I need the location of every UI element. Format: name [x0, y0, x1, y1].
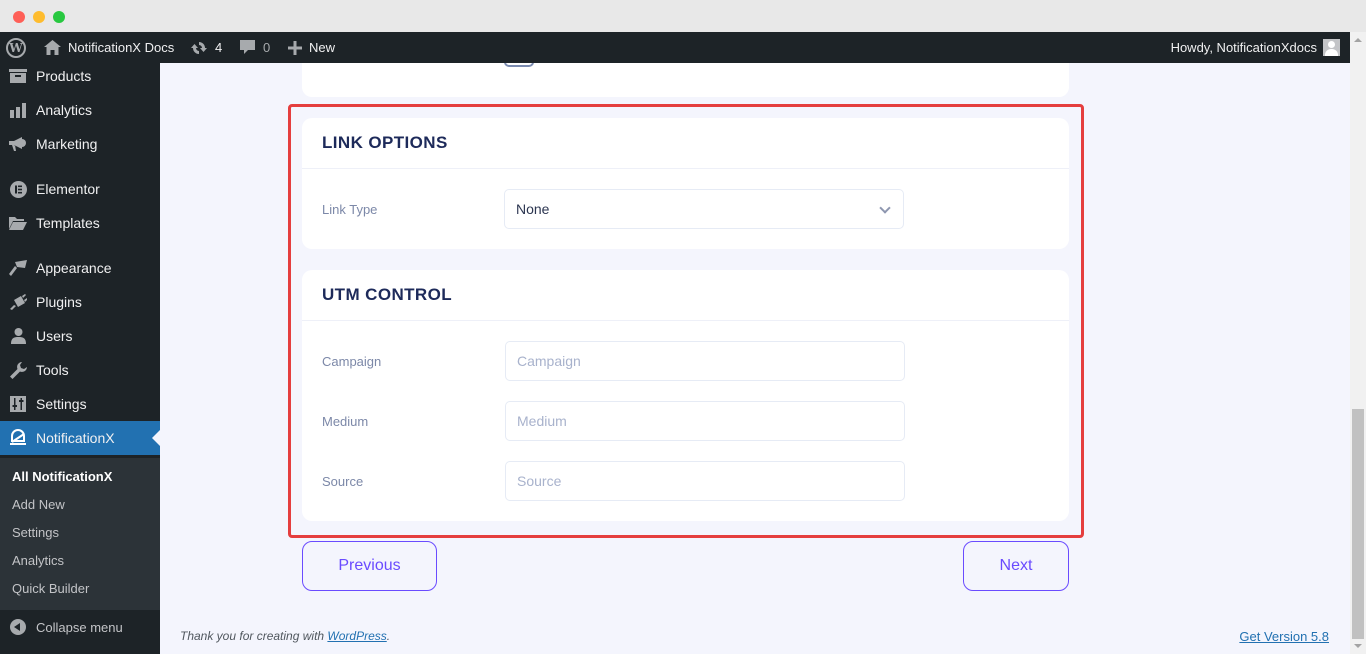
wp-admin-bar: W NotificationX Docs 4 0 New Howdy, Noti… — [0, 32, 1350, 63]
comments-count: 0 — [263, 40, 271, 55]
campaign-input[interactable] — [517, 353, 904, 369]
utm-control-card: UTM CONTROL Campaign Medium Source — [302, 270, 1069, 521]
refresh-icon — [190, 40, 208, 56]
link-type-value: None — [516, 201, 550, 217]
plug-icon — [0, 294, 36, 310]
campaign-row: Campaign — [302, 341, 1069, 381]
source-field[interactable] — [505, 461, 905, 501]
wrench-icon — [0, 361, 36, 379]
wordpress-link[interactable]: WordPress — [327, 629, 386, 643]
new-content-link[interactable]: New — [288, 32, 335, 63]
previous-section-card — [302, 63, 1069, 97]
scrollbar-thumb[interactable] — [1352, 409, 1364, 639]
avatar — [1323, 39, 1340, 56]
truncated-control — [504, 63, 534, 67]
paintbrush-icon — [0, 260, 36, 276]
updates-count: 4 — [215, 40, 223, 55]
sidebar-item-notificationx[interactable]: NotificationX — [0, 421, 160, 455]
site-name: NotificationX Docs — [68, 40, 175, 55]
get-version-link[interactable]: Get Version 5.8 — [1239, 629, 1329, 644]
maximize-window-button[interactable] — [53, 11, 65, 23]
chevron-down-icon — [879, 202, 891, 214]
main-content: LINK OPTIONS Link Type None UTM CONTROL … — [160, 63, 1350, 654]
sidebar-item-settings[interactable]: Settings — [0, 387, 160, 421]
archive-icon — [0, 69, 36, 83]
minimize-window-button[interactable] — [33, 11, 45, 23]
medium-field[interactable] — [505, 401, 905, 441]
sidebar-item-products[interactable]: Products — [0, 59, 160, 93]
window-titlebar — [0, 0, 1366, 32]
sidebar-item-elementor[interactable]: Elementor — [0, 172, 160, 206]
howdy-text: Howdy, NotificationXdocs — [1170, 40, 1317, 55]
scroll-down-arrow-icon[interactable] — [1354, 644, 1362, 648]
collapse-menu-button[interactable]: Collapse menu — [0, 610, 160, 644]
link-type-label: Link Type — [322, 201, 378, 217]
sidebar-item-analytics[interactable]: Analytics — [0, 93, 160, 127]
sidebar-item-plugins[interactable]: Plugins — [0, 285, 160, 319]
close-window-button[interactable] — [13, 11, 25, 23]
my-account-link[interactable]: Howdy, NotificationXdocs — [1171, 32, 1340, 63]
wordpress-icon: W — [6, 37, 26, 58]
submenu-analytics[interactable]: Analytics — [12, 553, 64, 568]
elementor-icon — [0, 180, 36, 198]
utm-control-title: UTM CONTROL — [322, 285, 452, 304]
page-scrollbar[interactable] — [1350, 32, 1366, 654]
notificationx-submenu: All NotificationX Add New Settings Analy… — [0, 458, 160, 610]
link-options-title: LINK OPTIONS — [322, 133, 448, 152]
source-input[interactable] — [517, 473, 904, 489]
link-options-card: LINK OPTIONS Link Type None — [302, 118, 1069, 249]
sliders-icon — [0, 396, 36, 412]
comments-link[interactable]: 0 — [240, 32, 270, 63]
sidebar-item-appearance[interactable]: Appearance — [0, 251, 160, 285]
megaphone-icon — [0, 136, 36, 152]
active-menu-arrow — [152, 430, 160, 446]
source-row: Source — [302, 461, 1069, 501]
utm-control-header: UTM CONTROL — [302, 270, 1069, 321]
scroll-up-arrow-icon[interactable] — [1354, 38, 1362, 42]
submenu-all-notificationx[interactable]: All NotificationX — [12, 469, 112, 484]
sidebar-item-marketing[interactable]: Marketing — [0, 127, 160, 161]
comment-icon — [240, 40, 255, 55]
submenu-quick-builder[interactable]: Quick Builder — [12, 581, 89, 596]
medium-input[interactable] — [517, 413, 904, 429]
plus-icon — [288, 40, 302, 55]
previous-button[interactable]: Previous — [302, 541, 437, 591]
new-label: New — [309, 40, 336, 55]
medium-row: Medium — [302, 401, 1069, 441]
campaign-label: Campaign — [322, 353, 382, 369]
sidebar-item-templates[interactable]: Templates — [0, 206, 160, 240]
bar-chart-icon — [0, 102, 36, 118]
link-options-header: LINK OPTIONS — [302, 118, 1069, 169]
next-button[interactable]: Next — [963, 541, 1069, 591]
user-icon — [0, 328, 36, 344]
campaign-field[interactable] — [505, 341, 905, 381]
link-type-select[interactable]: None — [504, 189, 904, 229]
collapse-arrow-icon — [10, 619, 26, 635]
home-icon — [44, 40, 61, 55]
admin-sidebar: Products Analytics Marketing Elementor T… — [0, 63, 160, 654]
submenu-settings[interactable]: Settings — [12, 525, 59, 540]
sidebar-item-tools[interactable]: Tools — [0, 353, 160, 387]
bell-icon — [0, 429, 36, 447]
updates-link[interactable]: 4 — [190, 32, 222, 63]
submenu-add-new[interactable]: Add New — [12, 497, 65, 512]
medium-label: Medium — [322, 413, 369, 429]
folder-icon — [0, 216, 36, 230]
source-label: Source — [322, 473, 364, 489]
footer-thanks: Thank you for creating with WordPress. — [180, 629, 391, 643]
sidebar-item-users[interactable]: Users — [0, 319, 160, 353]
link-type-row: Link Type None — [302, 189, 1069, 229]
